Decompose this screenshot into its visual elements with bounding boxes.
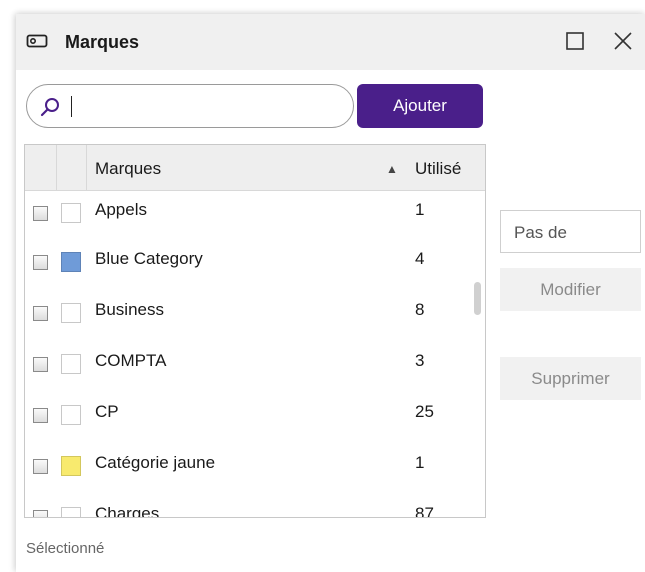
marques-table: Marques ▲ Utilisé Appels 1 Blue Category…: [24, 144, 486, 518]
usage-count: 8: [415, 300, 425, 319]
row-checkbox[interactable]: [33, 357, 48, 372]
window-title: Marques: [65, 32, 140, 52]
usage-count: 87: [415, 504, 434, 517]
marque-name: CP: [95, 402, 119, 421]
text-caret: [71, 96, 72, 117]
search-input[interactable]: [67, 93, 342, 121]
tag-icon: [26, 34, 48, 48]
usage-count: 3: [415, 351, 425, 370]
table-row[interactable]: CP 25: [25, 390, 485, 441]
column-header-marques[interactable]: Marques: [95, 159, 161, 179]
edit-button[interactable]: Modifier: [500, 268, 641, 311]
add-button[interactable]: Ajouter: [357, 84, 483, 128]
row-checkbox[interactable]: [33, 306, 48, 321]
table-body: Appels 1 Blue Category 4 Business 8 COMP…: [25, 191, 485, 517]
table-row[interactable]: Charges 87: [25, 492, 485, 517]
color-swatch: [61, 203, 81, 223]
maximize-icon[interactable]: [563, 29, 587, 53]
selected-label: Sélectionné: [26, 540, 105, 557]
color-swatch: [61, 456, 81, 476]
marque-name: Blue Category: [95, 249, 203, 268]
close-icon[interactable]: [611, 29, 635, 53]
table-row[interactable]: Catégorie jaune 1: [25, 441, 485, 492]
marque-name: Appels: [95, 200, 147, 219]
marques-dialog: Marques Ajouter Marques ▲ Utilisé Appels…: [16, 14, 645, 572]
usage-count: 1: [415, 453, 425, 472]
column-header-utilise[interactable]: Utilisé: [415, 159, 461, 179]
tag-name-field[interactable]: Pas de: [500, 210, 641, 253]
table-header: Marques ▲ Utilisé: [25, 145, 485, 191]
marque-name: Business: [95, 300, 164, 319]
color-swatch: [61, 507, 81, 517]
color-swatch: [61, 252, 81, 272]
table-row[interactable]: Blue Category 4: [25, 237, 485, 288]
color-swatch: [61, 405, 81, 425]
color-swatch: [61, 303, 81, 323]
sort-ascending-icon[interactable]: ▲: [386, 162, 398, 176]
marque-name: Catégorie jaune: [95, 453, 216, 472]
scrollbar-thumb[interactable]: [474, 282, 481, 315]
usage-count: 1: [415, 200, 425, 219]
row-checkbox[interactable]: [33, 510, 48, 517]
row-checkbox[interactable]: [33, 255, 48, 270]
table-row[interactable]: Appels 1: [25, 191, 485, 237]
color-swatch: [61, 354, 81, 374]
row-checkbox[interactable]: [33, 459, 48, 474]
delete-button[interactable]: Supprimer: [500, 357, 641, 400]
marque-name: Charges: [95, 504, 160, 517]
header-select-cell: [25, 145, 57, 191]
search-box: [26, 84, 354, 128]
row-checkbox[interactable]: [33, 408, 48, 423]
header-color-cell: [57, 145, 87, 191]
title-bar: Marques: [16, 14, 645, 70]
row-checkbox[interactable]: [33, 206, 48, 221]
usage-count: 4: [415, 249, 425, 268]
table-row[interactable]: Business 8: [25, 288, 485, 339]
table-row[interactable]: COMPTA 3: [25, 339, 485, 390]
marque-name: COMPTA: [95, 351, 167, 370]
search-icon: [40, 98, 59, 117]
usage-count: 25: [415, 402, 434, 421]
